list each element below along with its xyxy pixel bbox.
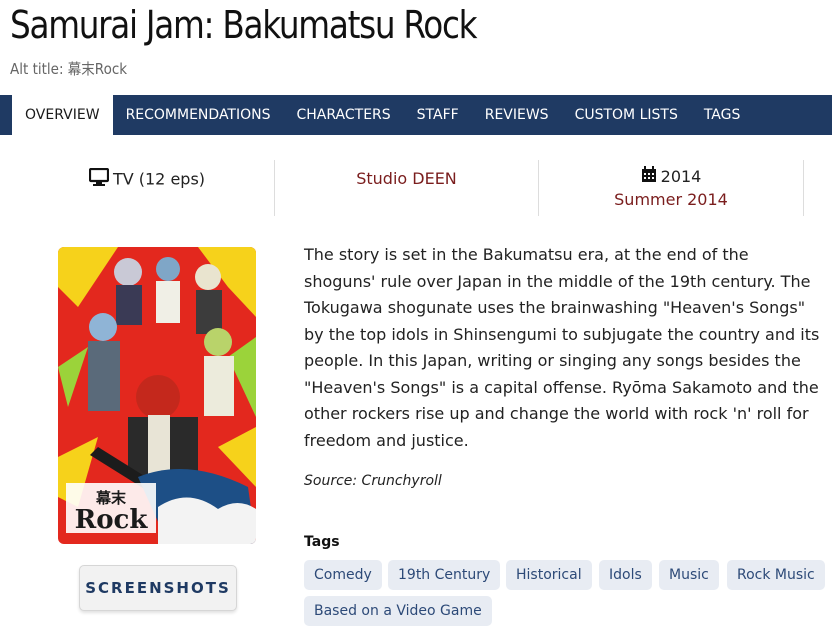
calendar-icon [641, 166, 657, 189]
synopsis-source: Source: Crunchyroll [304, 473, 442, 489]
tab-bar: OVERVIEW RECOMMENDATIONS CHARACTERS STAF… [0, 95, 832, 135]
tab-overview[interactable]: OVERVIEW [12, 95, 113, 135]
tab-characters[interactable]: CHARACTERS [284, 95, 404, 135]
studio-link[interactable]: Studio DEEN [275, 160, 538, 190]
page-title: Samurai Jam: Bakumatsu Rock [10, 3, 478, 47]
format-info: TV (12 eps) [20, 160, 274, 216]
alt-title: Alt title: 幕末Rock [10, 60, 128, 78]
tags-heading: Tags [304, 534, 340, 550]
tag-comedy[interactable]: Comedy [304, 560, 382, 590]
season-link[interactable]: Summer 2014 [539, 189, 803, 211]
year-text: 2014 [660, 167, 702, 186]
synopsis: The story is set in the Bakumatsu era, a… [304, 245, 820, 450]
tab-custom-lists[interactable]: CUSTOM LISTS [562, 95, 691, 135]
tab-reviews[interactable]: REVIEWS [472, 95, 562, 135]
svg-text:Rock: Rock [75, 505, 149, 535]
tab-staff[interactable]: STAFF [404, 95, 472, 135]
date-info: 2014 Summer 2014 [539, 160, 803, 216]
tag-based-on-a-video-game[interactable]: Based on a Video Game [304, 596, 492, 626]
tag-rock-music[interactable]: Rock Music [727, 560, 825, 590]
tv-icon [88, 167, 110, 192]
tag-music[interactable]: Music [659, 560, 719, 590]
format-text: TV (12 eps) [112, 169, 206, 189]
tag-historical[interactable]: Historical [506, 560, 592, 590]
tab-tags[interactable]: TAGS [691, 95, 754, 135]
tab-recommendations[interactable]: RECOMMENDATIONS [113, 95, 284, 135]
info-row: TV (12 eps) Studio DEEN 2014 Summer 2014 [0, 160, 832, 216]
poster-image: 幕末 Rock [58, 247, 256, 544]
tag-19th-century[interactable]: 19th Century [388, 560, 501, 590]
tag-idols[interactable]: Idols [599, 560, 652, 590]
studio-info: Studio DEEN [275, 160, 538, 216]
screenshots-button[interactable]: SCREENSHOTS [79, 565, 237, 611]
